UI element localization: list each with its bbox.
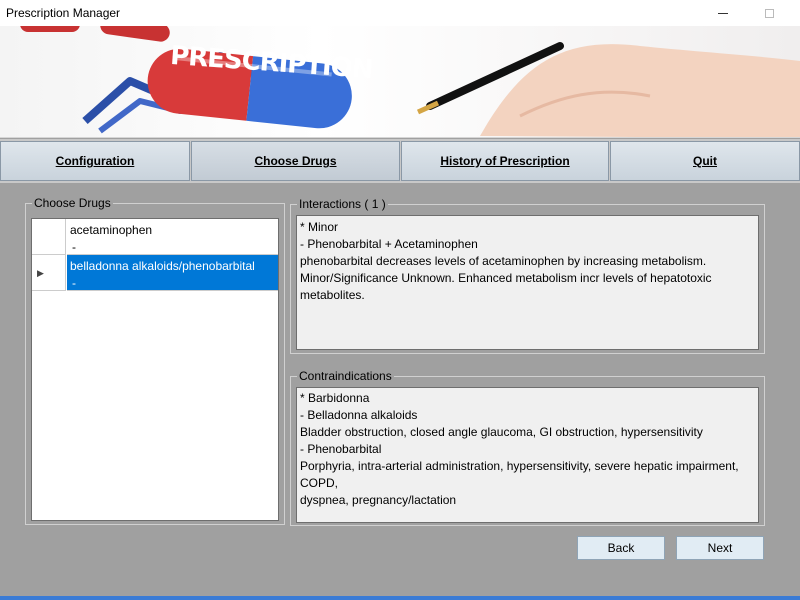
contraindications-group: Contraindications * Barbidonna - Bellado…: [290, 369, 765, 526]
tab-configuration[interactable]: Configuration: [0, 141, 190, 181]
window-title: Prescription Manager: [6, 6, 121, 20]
row-header[interactable]: ▶: [32, 255, 66, 291]
drug-name: belladonna alkaloids/phenobarbital: [70, 259, 255, 273]
drug-cell[interactable]: belladonna alkaloids/phenobarbital -: [67, 255, 278, 291]
choose-drugs-group: Choose Drugs acetaminophen - ▶ belladonn…: [25, 196, 285, 525]
choose-drugs-legend: Choose Drugs: [32, 196, 113, 210]
interaction-line: phenobarbital decreases levels of acetam…: [300, 254, 707, 268]
interactions-textbox[interactable]: * Minor - Phenobarbital + Acetaminophen …: [296, 215, 759, 350]
maximize-icon: [764, 8, 774, 18]
drug-grid[interactable]: acetaminophen - ▶ belladonna alkaloids/p…: [31, 218, 279, 521]
banner-illustration: [20, 26, 800, 137]
window-bottom-border: [0, 596, 800, 600]
maximize-button[interactable]: [746, 0, 792, 26]
row-header[interactable]: [32, 219, 66, 255]
contraindications-legend: Contraindications: [297, 369, 394, 383]
row-pointer-icon: ▶: [37, 268, 44, 278]
contraindications-textbox[interactable]: * Barbidonna - Belladonna alkaloids Blad…: [296, 387, 759, 523]
drug-cell[interactable]: acetaminophen -: [67, 219, 278, 255]
interaction-line: - Phenobarbital + Acetaminophen: [300, 237, 478, 251]
drug-row-selected[interactable]: ▶ belladonna alkaloids/phenobarbital -: [32, 255, 278, 291]
contraindication-line: dyspnea, pregnancy/lactation: [300, 493, 457, 507]
drug-row[interactable]: acetaminophen -: [32, 219, 278, 255]
drug-name: acetaminophen: [70, 223, 153, 237]
interaction-line: * Minor: [300, 220, 339, 234]
interaction-line: Minor/Significance Unknown. Enhanced met…: [300, 271, 712, 302]
drug-detail: -: [72, 240, 76, 254]
back-button[interactable]: Back: [577, 536, 665, 560]
contraindication-line: - Belladonna alkaloids: [300, 408, 418, 422]
interactions-legend: Interactions ( 1 ): [297, 197, 388, 211]
title-bar: Prescription Manager: [0, 0, 800, 26]
drug-detail: -: [72, 276, 76, 290]
tab-history[interactable]: History of Prescription: [401, 141, 609, 181]
tab-quit[interactable]: Quit: [610, 141, 800, 181]
header-banner: PRESCRIPTION: [0, 26, 800, 138]
tab-bar: Configuration Choose Drugs History of Pr…: [0, 139, 800, 183]
contraindication-line: * Barbidonna: [300, 391, 370, 405]
interactions-group: Interactions ( 1 ) * Minor - Phenobarbit…: [290, 197, 765, 354]
minimize-button[interactable]: [700, 0, 746, 26]
tab-choose-drugs[interactable]: Choose Drugs: [191, 141, 400, 181]
contraindication-line: - Phenobarbital: [300, 442, 382, 456]
next-button[interactable]: Next: [676, 536, 764, 560]
contraindication-line: Bladder obstruction, closed angle glauco…: [300, 425, 703, 439]
contraindication-line: Porphyria, intra-arterial administration…: [300, 459, 739, 490]
minimize-icon: [718, 12, 728, 14]
